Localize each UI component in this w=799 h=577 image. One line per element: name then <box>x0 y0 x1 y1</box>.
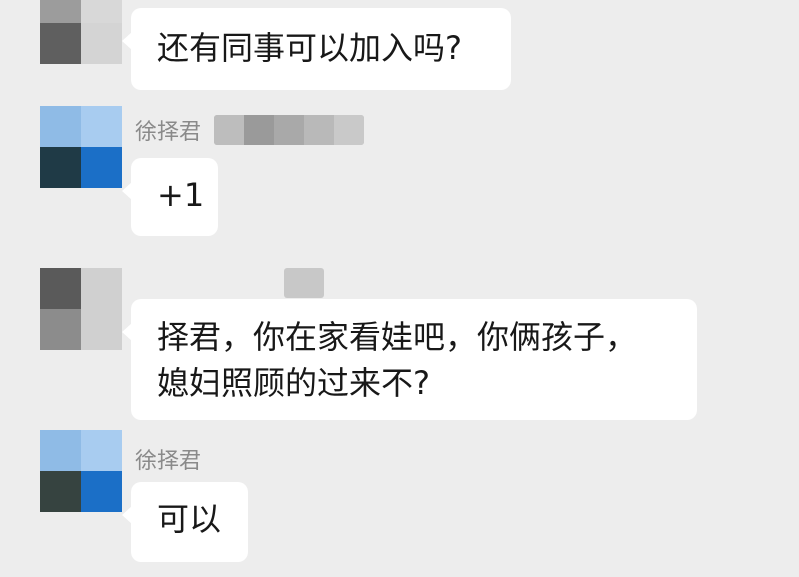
message-bubble[interactable]: 择君，你在家看娃吧，你俩孩子， 媳妇照顾的过来不? <box>122 299 697 420</box>
sender-name: 徐择君 <box>135 120 202 145</box>
chat-area: 还有同事可以加入吗? 徐择君 +1 择君，你在家看娃吧，你俩孩子， 媳妇照顾的过… <box>0 0 799 577</box>
avatar[interactable] <box>40 268 122 350</box>
message-text: 可以 <box>157 500 222 538</box>
redacted-name <box>284 268 324 298</box>
avatar[interactable] <box>40 0 122 64</box>
message-text: +1 <box>157 176 205 214</box>
message-text: 还有同事可以加入吗? <box>157 29 462 67</box>
redacted-name <box>214 115 364 145</box>
avatar[interactable] <box>40 106 122 188</box>
avatar[interactable] <box>40 430 122 512</box>
message-text: 择君，你在家看娃吧，你俩孩子， <box>157 318 638 356</box>
message-text: 媳妇照顾的过来不? <box>157 364 430 402</box>
message-bubble[interactable]: 还有同事可以加入吗? <box>122 8 511 90</box>
message-bubble[interactable]: 可以 <box>122 482 248 562</box>
message-bubble[interactable]: +1 <box>122 158 218 236</box>
sender-name: 徐择君 <box>135 449 202 474</box>
